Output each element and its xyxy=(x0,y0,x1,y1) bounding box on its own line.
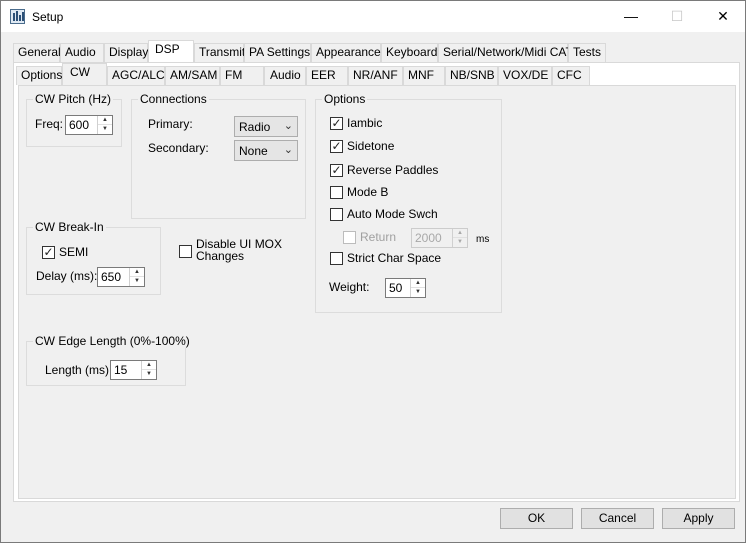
check-icon: ✓ xyxy=(331,139,342,153)
delay-label: Delay (ms): xyxy=(36,269,98,283)
setup-window: Setup — ☐ ✕ General Audio Display DSP Tr… xyxy=(0,0,746,543)
primary-label: Primary: xyxy=(148,117,193,131)
return-label: Return xyxy=(360,230,397,244)
auto-mode-swch-label: Auto Mode Swch xyxy=(347,207,438,221)
tab-display[interactable]: Display xyxy=(104,43,148,62)
freq-value: 600 xyxy=(69,118,90,132)
spin-down-icon: ▼ xyxy=(457,239,463,245)
tab-audio-sub[interactable]: Audio xyxy=(264,66,306,85)
tab-eer[interactable]: EER xyxy=(306,66,348,85)
tab-general[interactable]: General xyxy=(13,43,61,62)
disable-ui-mox-line2: Changes xyxy=(196,249,245,263)
tab-am-sam[interactable]: AM/SAM xyxy=(165,66,220,85)
tab-mnf[interactable]: MNF xyxy=(403,66,445,85)
secondary-label: Secondary: xyxy=(148,141,209,155)
iambic-label: Iambic xyxy=(347,116,383,130)
check-icon: ✓ xyxy=(331,116,342,130)
tab-nr-anf[interactable]: NR/ANF xyxy=(348,66,403,85)
weight-spinner[interactable]: 50 ▲ ▼ xyxy=(385,278,426,298)
app-icon xyxy=(10,9,25,24)
tab-appearance[interactable]: Appearance xyxy=(311,43,381,62)
title-bar: Setup — ☐ ✕ xyxy=(1,1,745,32)
semi-label: SEMI xyxy=(59,245,89,259)
tab-transmit[interactable]: Transmit xyxy=(194,43,245,62)
delay-value: 650 xyxy=(101,270,122,284)
options-title: Options xyxy=(322,92,368,106)
tab-nb-snb[interactable]: NB/SNB xyxy=(445,66,498,85)
tab-keyboard[interactable]: Keyboard xyxy=(381,43,438,62)
tab-cw[interactable]: CW xyxy=(62,63,107,85)
close-button[interactable]: ✕ xyxy=(700,1,746,32)
spin-up-icon[interactable]: ▲ xyxy=(142,361,156,370)
chevron-down-icon: ⌄ xyxy=(283,120,293,132)
spin-up-icon: ▲ xyxy=(453,229,467,238)
cw-break-in-title: CW Break-In xyxy=(33,220,106,234)
sidetone-label: Sidetone xyxy=(347,139,395,153)
auto-mode-swch-checkbox[interactable] xyxy=(330,208,343,221)
strict-char-space-label: Strict Char Space xyxy=(347,251,442,265)
chevron-down-icon: ⌄ xyxy=(283,144,293,156)
tab-tests[interactable]: Tests xyxy=(568,43,606,62)
cw-pitch-title: CW Pitch (Hz) xyxy=(33,92,113,106)
primary-combo[interactable]: Radio ⌄ xyxy=(234,116,298,137)
length-value: 15 xyxy=(114,363,128,377)
delay-spinner[interactable]: 650 ▲ ▼ xyxy=(97,267,145,287)
mode-b-label: Mode B xyxy=(347,185,389,199)
tab-vox-de[interactable]: VOX/DE xyxy=(498,66,552,85)
cw-edge-length-title: CW Edge Length (0%-100%) xyxy=(33,334,192,348)
spin-up-icon[interactable]: ▲ xyxy=(130,268,144,277)
tab-audio[interactable]: Audio xyxy=(60,43,104,62)
sub-tab-row: Options CW AGC/ALC AM/SAM FM Audio EER N… xyxy=(16,63,736,85)
maximize-button: ☐ xyxy=(670,8,684,24)
disable-ui-mox-checkbox[interactable] xyxy=(179,245,192,258)
strict-char-space-checkbox[interactable] xyxy=(330,252,343,265)
connections-title: Connections xyxy=(138,92,209,106)
length-spinner[interactable]: 15 ▲ ▼ xyxy=(110,360,157,380)
spin-down-icon[interactable]: ▼ xyxy=(98,125,112,134)
freq-spinner[interactable]: 600 ▲ ▼ xyxy=(65,115,113,135)
weight-value: 50 xyxy=(389,281,403,295)
weight-label: Weight: xyxy=(329,280,370,294)
apply-button[interactable]: Apply xyxy=(662,508,735,529)
tab-serial-network-midi-cat[interactable]: Serial/Network/Midi CAT xyxy=(438,43,573,62)
primary-value: Radio xyxy=(239,120,271,134)
tab-agc-alc[interactable]: AGC/ALC xyxy=(107,66,165,85)
spin-down-icon[interactable]: ▼ xyxy=(130,277,144,286)
tab-cfc[interactable]: CFC xyxy=(552,66,590,85)
spin-up-icon[interactable]: ▲ xyxy=(98,116,112,125)
semi-checkbox[interactable]: ✓ xyxy=(42,245,55,259)
minimize-button[interactable]: — xyxy=(608,1,654,32)
tab-pa-settings[interactable]: PA Settings xyxy=(244,43,311,62)
ok-button[interactable]: OK xyxy=(500,508,573,529)
reverse-paddles-label: Reverse Paddles xyxy=(347,163,439,177)
disable-ui-mox-label: Disable UI MOX Changes xyxy=(196,238,282,262)
return-checkbox xyxy=(343,231,356,244)
tab-dsp[interactable]: DSP xyxy=(148,40,194,62)
return-spinner: 2000 ▲ ▼ xyxy=(411,228,468,248)
cancel-button[interactable]: Cancel xyxy=(581,508,654,529)
iambic-checkbox[interactable]: ✓ xyxy=(330,116,343,130)
mode-b-checkbox[interactable] xyxy=(330,186,343,199)
check-icon: ✓ xyxy=(331,163,342,177)
secondary-combo[interactable]: None ⌄ xyxy=(234,140,298,161)
length-label: Length (ms): xyxy=(45,363,113,377)
tab-options[interactable]: Options xyxy=(16,66,62,85)
reverse-paddles-checkbox[interactable]: ✓ xyxy=(330,163,343,177)
main-tab-row: General Audio Display DSP Transmit PA Se… xyxy=(13,40,743,62)
freq-label: Freq: xyxy=(35,117,64,131)
window-title: Setup xyxy=(32,10,64,24)
spin-up-icon[interactable]: ▲ xyxy=(411,279,425,288)
secondary-value: None xyxy=(239,144,268,158)
return-unit: ms xyxy=(476,234,490,245)
check-icon: ✓ xyxy=(43,245,54,259)
tab-fm[interactable]: FM xyxy=(220,66,264,85)
return-value: 2000 xyxy=(415,231,442,245)
spin-down-icon[interactable]: ▼ xyxy=(142,370,156,379)
spin-down-icon[interactable]: ▼ xyxy=(411,288,425,297)
sidetone-checkbox[interactable]: ✓ xyxy=(330,139,343,153)
